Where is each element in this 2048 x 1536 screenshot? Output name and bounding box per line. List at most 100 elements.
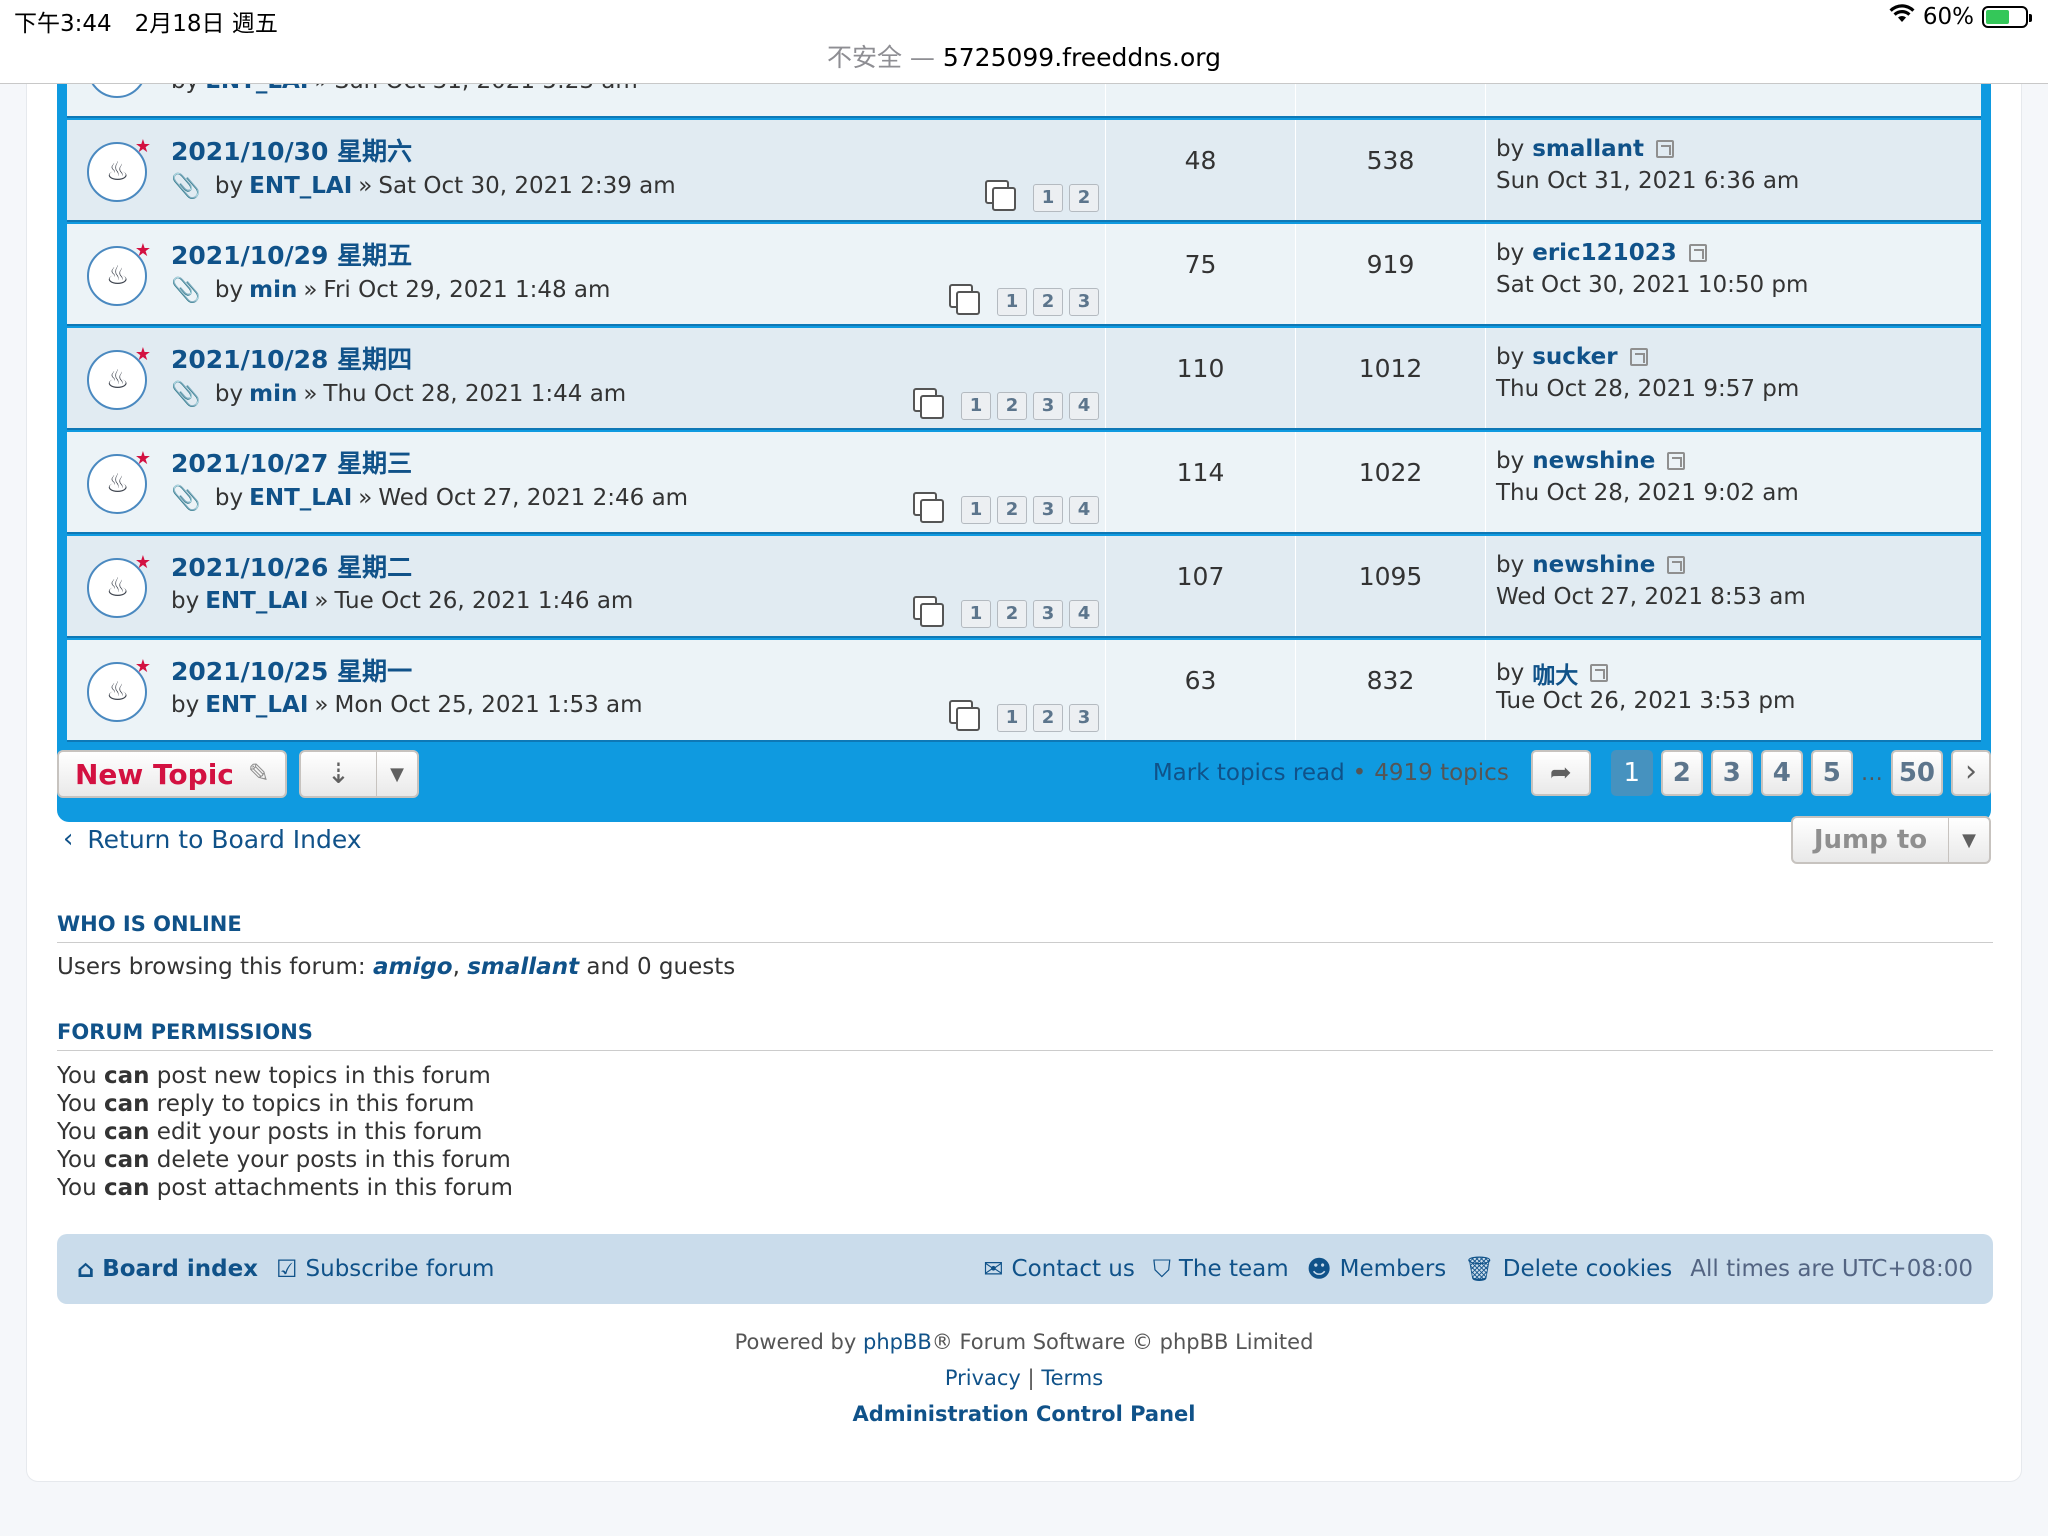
topic-title-link[interactable]: 2021/10/25 星期一: [171, 652, 412, 688]
goto-last-post-icon[interactable]: [1688, 244, 1707, 262]
star-icon: ★: [134, 656, 151, 677]
privacy-terms-line: Privacy | Terms: [27, 1366, 2021, 1390]
topic-page-link[interactable]: 1: [961, 392, 991, 420]
last-poster-link[interactable]: 咖大: [1532, 656, 1578, 690]
goto-last-post-icon[interactable]: [1629, 348, 1648, 366]
topic-page-link[interactable]: 1: [997, 288, 1027, 316]
page-1-button[interactable]: 1: [1610, 750, 1653, 796]
permission-text: post new topics in this forum: [149, 1063, 491, 1089]
online-user-link[interactable]: smallant: [467, 954, 579, 980]
multiple-pages-icon: [947, 698, 981, 732]
topic-page-link[interactable]: 1: [961, 496, 991, 524]
page-3-button[interactable]: 3: [1710, 750, 1753, 796]
page-4-button[interactable]: 4: [1760, 750, 1803, 796]
chevron-left-icon: ‹: [63, 824, 74, 854]
replies-count: 48: [1184, 146, 1217, 175]
goto-last-post-icon[interactable]: [1656, 140, 1675, 158]
address-bar[interactable]: 不安全 — 5725099.freeddns.org: [0, 38, 2048, 74]
last-post-date: Thu Oct 28, 2021 9:02 am: [1496, 480, 1799, 506]
topic-page-link[interactable]: 1: [1033, 184, 1063, 212]
views-count: 1095: [1358, 562, 1423, 591]
new-topic-button[interactable]: New Topic ✎: [57, 750, 287, 798]
topic-author-link[interactable]: ENT_LAI: [205, 692, 308, 718]
flame-icon: ♨: [106, 261, 130, 291]
goto-last-post-icon[interactable]: [1667, 452, 1686, 470]
topic-author-link[interactable]: ENT_LAI: [249, 485, 352, 511]
topic-page-link[interactable]: 1: [961, 600, 991, 628]
topic-page-link[interactable]: 2: [997, 392, 1027, 420]
multiple-pages-icon: [911, 594, 945, 628]
topic-date: Tue Oct 26, 2021 1:46 am: [334, 588, 634, 614]
flame-icon: ♨: [106, 573, 130, 603]
last-post-date: Sat Oct 30, 2021 10:50 pm: [1496, 272, 1809, 298]
last-poster-link[interactable]: sucker: [1532, 344, 1617, 370]
next-page-button[interactable]: ›: [1951, 750, 1991, 796]
topic-page-link[interactable]: 2: [997, 600, 1027, 628]
topic-date: Wed Oct 27, 2021 2:46 am: [378, 485, 689, 511]
return-to-board-index-link[interactable]: ‹ Return to Board Index: [63, 824, 362, 854]
views-cell: 919: [1295, 224, 1485, 324]
contact-us-link[interactable]: ✉ Contact us: [983, 1255, 1134, 1283]
topic-author-link[interactable]: ENT_LAI: [205, 588, 308, 614]
permission-item: You can edit your posts in this forum: [57, 1118, 513, 1146]
members-link[interactable]: ☻ Members: [1307, 1255, 1447, 1283]
page-last-button[interactable]: 50: [1890, 750, 1943, 796]
topic-date: Sat Oct 30, 2021 2:39 am: [378, 173, 676, 199]
flame-icon: ♨: [106, 469, 130, 499]
goto-last-post-icon[interactable]: [1590, 664, 1609, 682]
topic-by-label: by: [214, 277, 244, 303]
topic-page-link[interactable]: 4: [1069, 600, 1099, 628]
last-poster-link[interactable]: smallant: [1532, 136, 1644, 162]
terms-link[interactable]: Terms: [1041, 1366, 1103, 1390]
topic-author-link[interactable]: min: [249, 277, 297, 303]
new-topic-label: New Topic: [75, 757, 234, 791]
topic-author-link[interactable]: ENT_LAI: [249, 173, 352, 199]
topic-page-link[interactable]: 3: [1033, 496, 1063, 524]
topic-page-link[interactable]: 2: [997, 496, 1027, 524]
last-poster-link[interactable]: eric121023: [1532, 240, 1676, 266]
topic-page-link[interactable]: 3: [1069, 704, 1099, 732]
online-suffix: and 0 guests: [579, 954, 736, 980]
permission-you: You: [57, 1091, 104, 1117]
privacy-link[interactable]: Privacy: [945, 1366, 1021, 1390]
topic-title-link[interactable]: 2021/10/29 星期五: [171, 236, 412, 272]
powered-by-prefix: Powered by: [734, 1330, 863, 1354]
jump-to-dropdown[interactable]: Jump to ▼: [1791, 816, 1991, 864]
last-post-by-label: by: [1496, 136, 1525, 162]
online-user-link[interactable]: amigo: [373, 954, 453, 980]
topic-title-link[interactable]: 2021/10/26 星期二: [171, 548, 412, 584]
topic-page-link[interactable]: 2: [1069, 184, 1099, 212]
mark-topics-read-link[interactable]: Mark topics read: [1153, 760, 1345, 786]
topic-page-link[interactable]: 1: [997, 704, 1027, 732]
topic-title-link[interactable]: 2021/10/30 星期六: [171, 132, 412, 168]
subscribe-forum-link[interactable]: ☑ Subscribe forum: [276, 1255, 494, 1283]
topic-title-link[interactable]: 2021/10/28 星期四: [171, 340, 412, 376]
permission-text: reply to topics in this forum: [149, 1091, 475, 1117]
sort-options-button[interactable]: ⇣ ▼: [299, 750, 419, 798]
topic-page-link[interactable]: 3: [1069, 288, 1099, 316]
delete-cookies-link[interactable]: 🗑 Delete cookies: [1464, 1255, 1672, 1283]
phpbb-link[interactable]: phpBB: [863, 1330, 932, 1354]
admin-control-panel-link[interactable]: Administration Control Panel: [852, 1402, 1195, 1426]
replies-cell: 107: [1105, 536, 1295, 636]
topic-page-link[interactable]: 3: [1033, 600, 1063, 628]
online-users-text: Users browsing this forum: amigo, smalla…: [57, 954, 735, 980]
jump-to-page-button[interactable]: ➦: [1530, 750, 1591, 796]
topic-page-link[interactable]: 4: [1069, 496, 1099, 524]
star-icon: ★: [134, 448, 151, 469]
raquo-separator: »: [303, 277, 318, 303]
topic-author-link[interactable]: min: [249, 381, 297, 407]
topic-title-link[interactable]: 2021/10/27 星期三: [171, 444, 412, 480]
last-poster-link[interactable]: newshine: [1532, 448, 1655, 474]
topic-page-link[interactable]: 2: [1033, 288, 1063, 316]
page-5-button[interactable]: 5: [1810, 750, 1853, 796]
page-2-button[interactable]: 2: [1660, 750, 1703, 796]
topic-page-link[interactable]: 4: [1069, 392, 1099, 420]
goto-last-post-icon[interactable]: [1667, 556, 1686, 574]
topic-page-link[interactable]: 2: [1033, 704, 1063, 732]
permission-item: You can post attachments in this forum: [57, 1174, 513, 1202]
topic-page-link[interactable]: 3: [1033, 392, 1063, 420]
board-index-link[interactable]: ⌂ Board index: [77, 1255, 258, 1283]
last-poster-link[interactable]: newshine: [1532, 552, 1655, 578]
the-team-link[interactable]: ⛉ The team: [1153, 1255, 1289, 1283]
